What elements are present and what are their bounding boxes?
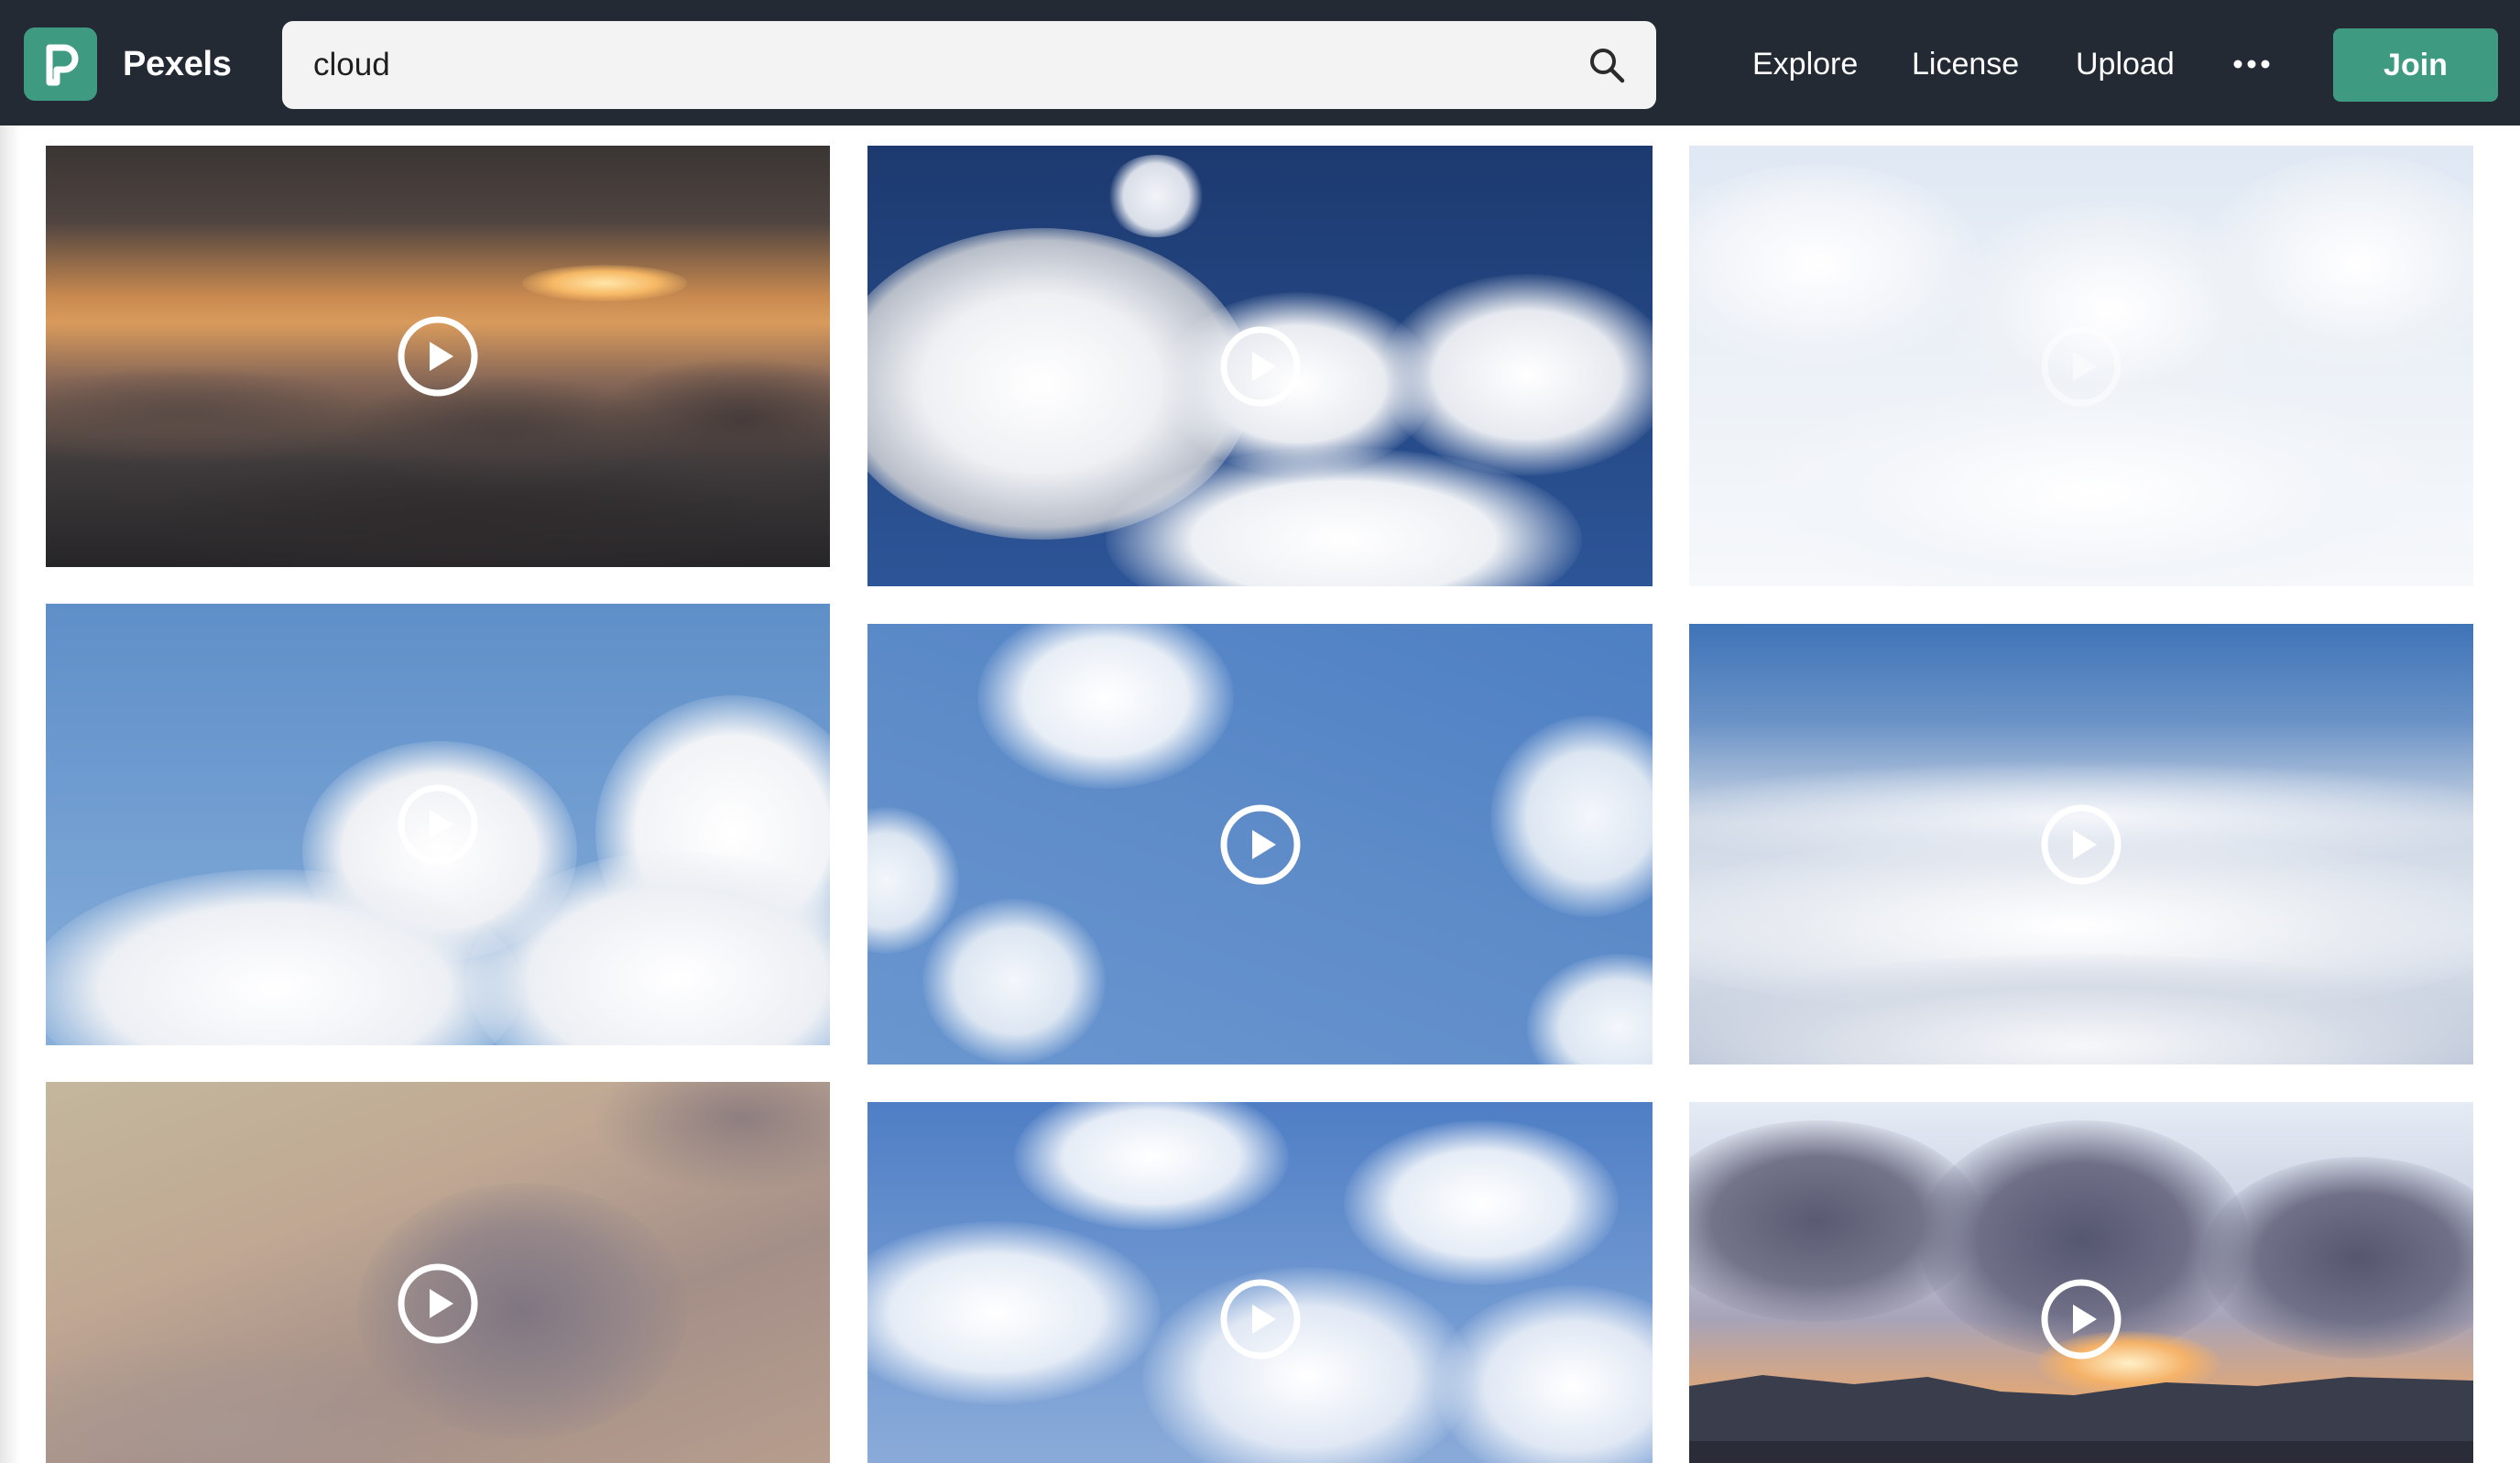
nav-explore[interactable]: Explore [1752, 40, 1858, 88]
search-bar[interactable]: cloud [282, 21, 1656, 109]
ellipsis-icon[interactable] [2231, 50, 2272, 78]
cloud-shape [1380, 274, 1653, 475]
video-tile-3[interactable] [1689, 146, 2473, 586]
cloud-shape [977, 624, 1234, 789]
video-tile-8[interactable] [867, 1102, 1653, 1463]
cloud-shape [1014, 1102, 1289, 1230]
brand-name[interactable]: Pexels [123, 40, 232, 88]
cloud-shape [1435, 1285, 1653, 1463]
video-tile-9[interactable] [1689, 1102, 2473, 1463]
join-button[interactable]: Join [2333, 28, 2498, 102]
cloud-shape [1344, 1120, 1619, 1285]
top-navigation-bar: Pexels cloud Explore License Upload Join [0, 0, 2520, 126]
cloud-shape [922, 899, 1106, 1064]
play-icon[interactable] [1219, 325, 1302, 408]
pexels-logo-icon[interactable] [24, 27, 97, 101]
video-tile-6[interactable] [1689, 624, 2473, 1064]
cloud-shape [1527, 954, 1653, 1064]
play-icon[interactable] [2040, 1278, 2122, 1360]
cloud-shape [1744, 384, 2440, 586]
video-tile-5[interactable] [867, 624, 1653, 1064]
cloud-shape [867, 1221, 1161, 1404]
page-edge-shadow [0, 126, 20, 1463]
play-icon[interactable] [1219, 1278, 1302, 1360]
mountain-silhouette [1689, 1375, 2473, 1463]
cloud-shape [1490, 715, 1653, 917]
cloud-shape [46, 366, 376, 466]
sun-glow [522, 265, 687, 301]
video-tile-1[interactable] [46, 146, 830, 567]
play-icon[interactable] [2040, 803, 2122, 886]
search-icon[interactable] [1587, 45, 1627, 85]
video-tile-7[interactable] [46, 1082, 830, 1463]
nav-upload[interactable]: Upload [2076, 40, 2175, 88]
logo-glyph [46, 44, 79, 86]
search-input[interactable]: cloud [313, 43, 390, 87]
play-icon[interactable] [397, 783, 479, 866]
cloud-shape [1106, 155, 1206, 237]
cloud-shape [1142, 1267, 1472, 1463]
nav-license[interactable]: License [1912, 40, 2019, 88]
play-icon[interactable] [397, 315, 479, 398]
cloud-shape [595, 1082, 830, 1192]
video-tile-2[interactable] [867, 146, 1653, 586]
video-tile-4[interactable] [46, 604, 830, 1045]
play-icon[interactable] [1219, 803, 1302, 886]
play-icon[interactable] [397, 1262, 479, 1345]
play-icon[interactable] [2040, 325, 2122, 408]
cloud-shape [2202, 1157, 2473, 1359]
cloud-shape [1689, 164, 1982, 366]
